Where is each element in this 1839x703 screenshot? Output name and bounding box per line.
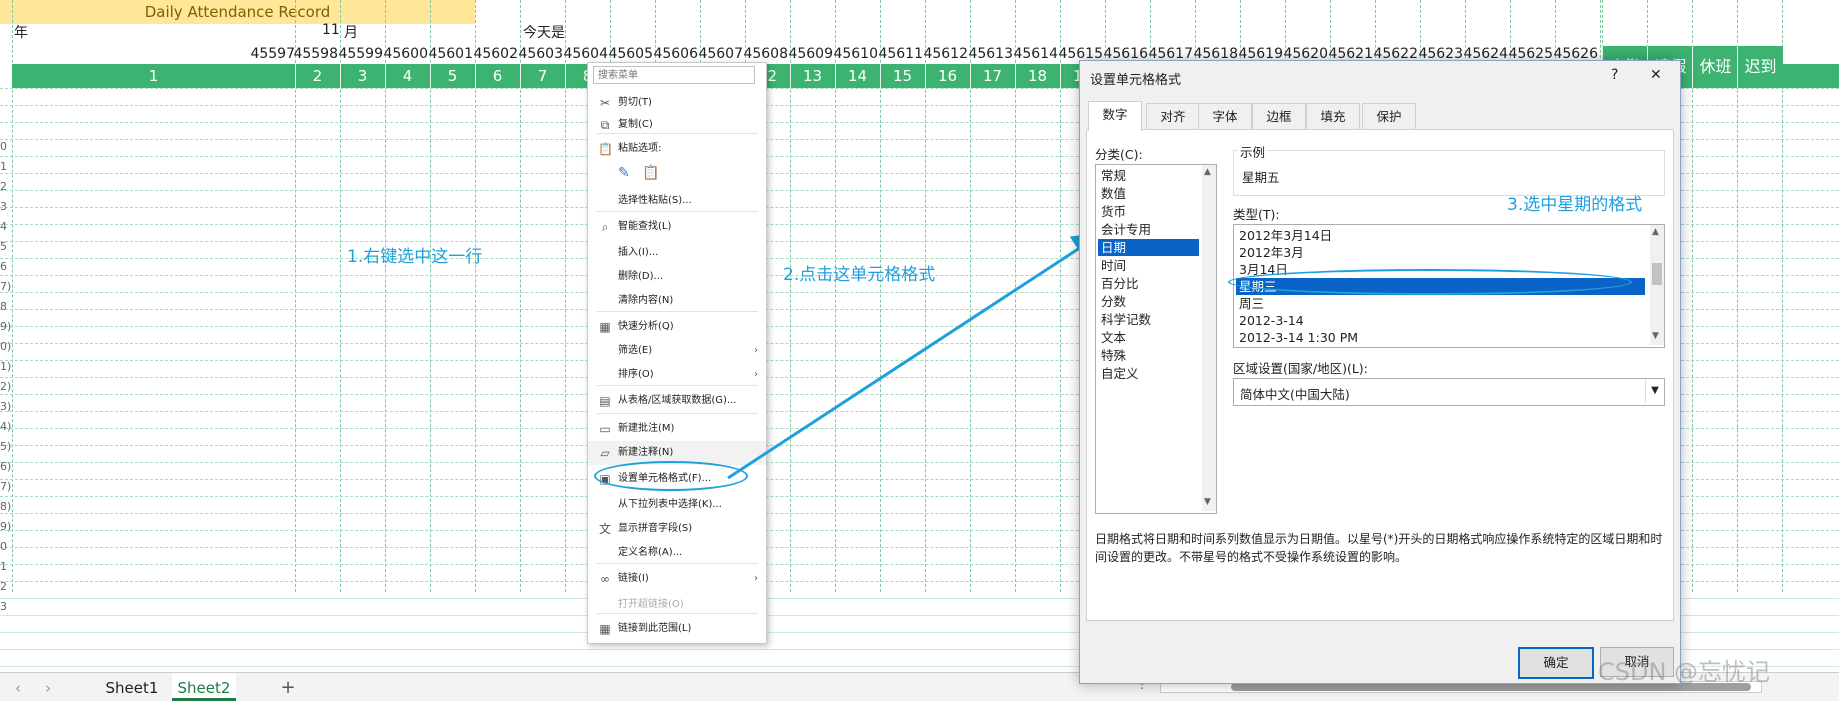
type-option[interactable]: 周三: [1236, 295, 1645, 312]
category-label: 分类(C):: [1095, 147, 1143, 162]
category-option[interactable]: 会计专用: [1098, 221, 1199, 238]
type-option[interactable]: 2012-3-14 1:30 PM: [1236, 329, 1645, 346]
dialog-tab[interactable]: 填充: [1306, 103, 1360, 130]
locale-value: 简体中文(中国大陆): [1240, 387, 1350, 402]
sample-label: 示例: [1238, 142, 1268, 161]
category-scrollbar[interactable]: ▲ ▼: [1202, 165, 1216, 511]
category-option[interactable]: 科学记数: [1098, 311, 1199, 328]
dialog-tab[interactable]: 字体: [1198, 103, 1252, 130]
category-option[interactable]: 自定义: [1098, 365, 1199, 382]
annotation-step3: 3.选中星期的格式: [1507, 195, 1643, 215]
locale-label: 区域设置(国家/地区)(L):: [1233, 361, 1368, 376]
category-option[interactable]: 日期: [1098, 239, 1199, 256]
category-option[interactable]: 常规: [1098, 167, 1199, 184]
scroll-up-icon[interactable]: ▲: [1652, 227, 1659, 237]
type-scrollbar[interactable]: ▲ ▼: [1650, 225, 1664, 345]
chevron-down-icon[interactable]: ▼: [1645, 379, 1664, 403]
category-option[interactable]: 数值: [1098, 185, 1199, 202]
format-cells-dialog: 设置单元格格式 ? ✕ 数字 对齐 字体 边框 填充 保护 分类(C): 常规 数值 货币 会计…: [1079, 60, 1681, 684]
dialog-tab[interactable]: 保护: [1362, 103, 1416, 130]
category-list[interactable]: 常规 数值 货币 会计专用 日期 时间 百分比 分数 科学记数 文本 特殊 自定义 ▲ ▼: [1095, 164, 1217, 514]
category-option[interactable]: 特殊: [1098, 347, 1199, 364]
type-label: 类型(T):: [1233, 207, 1280, 222]
scroll-down-icon[interactable]: ▼: [1204, 497, 1211, 507]
arrow-to-date-category: [727, 232, 1104, 480]
category-option[interactable]: 文本: [1098, 329, 1199, 346]
type-option[interactable]: 2012年3月14日: [1236, 227, 1645, 244]
type-option[interactable]: 2012-3-14: [1236, 312, 1645, 329]
ok-button[interactable]: 确定: [1518, 647, 1594, 679]
scroll-down-icon[interactable]: ▼: [1652, 331, 1659, 341]
type-scroll-thumb[interactable]: [1652, 263, 1662, 285]
dialog-title: 设置单元格格式: [1090, 73, 1182, 88]
format-description: 日期格式将日期和时间系列数值显示为日期值。以星号(*)开头的日期格式响应操作系统…: [1095, 532, 1663, 564]
sample-value: 星期五: [1242, 170, 1280, 185]
category-option[interactable]: 时间: [1098, 257, 1199, 274]
type-highlight-ellipse: [1228, 269, 1632, 295]
locale-select[interactable]: 简体中文(中国大陆) ▼: [1233, 378, 1665, 406]
category-option[interactable]: 分数: [1098, 293, 1199, 310]
dialog-tab[interactable]: 数字: [1088, 101, 1142, 131]
type-list[interactable]: 2012年3月14日 2012年3月 3月14日 星期三 周三 2012-3-14 2012…: [1228, 224, 1665, 348]
category-option[interactable]: 百分比: [1098, 275, 1199, 292]
category-option[interactable]: 货币: [1098, 203, 1199, 220]
type-option[interactable]: 2012年3月: [1236, 244, 1645, 261]
help-button[interactable]: ?: [1611, 67, 1618, 83]
dialog-tab[interactable]: 边框: [1252, 103, 1306, 130]
close-button[interactable]: ✕: [1650, 67, 1662, 83]
number-tab-panel: 分类(C): 常规 数值 货币 会计专用 日期 时间 百分比 分数 科学记数 文本 特殊 自定义 ▲ …: [1086, 129, 1674, 621]
dialog-tab[interactable]: 对齐: [1146, 103, 1200, 130]
watermark: CSDN @忘忧记: [1598, 658, 1771, 686]
scroll-up-icon[interactable]: ▲: [1204, 167, 1211, 177]
